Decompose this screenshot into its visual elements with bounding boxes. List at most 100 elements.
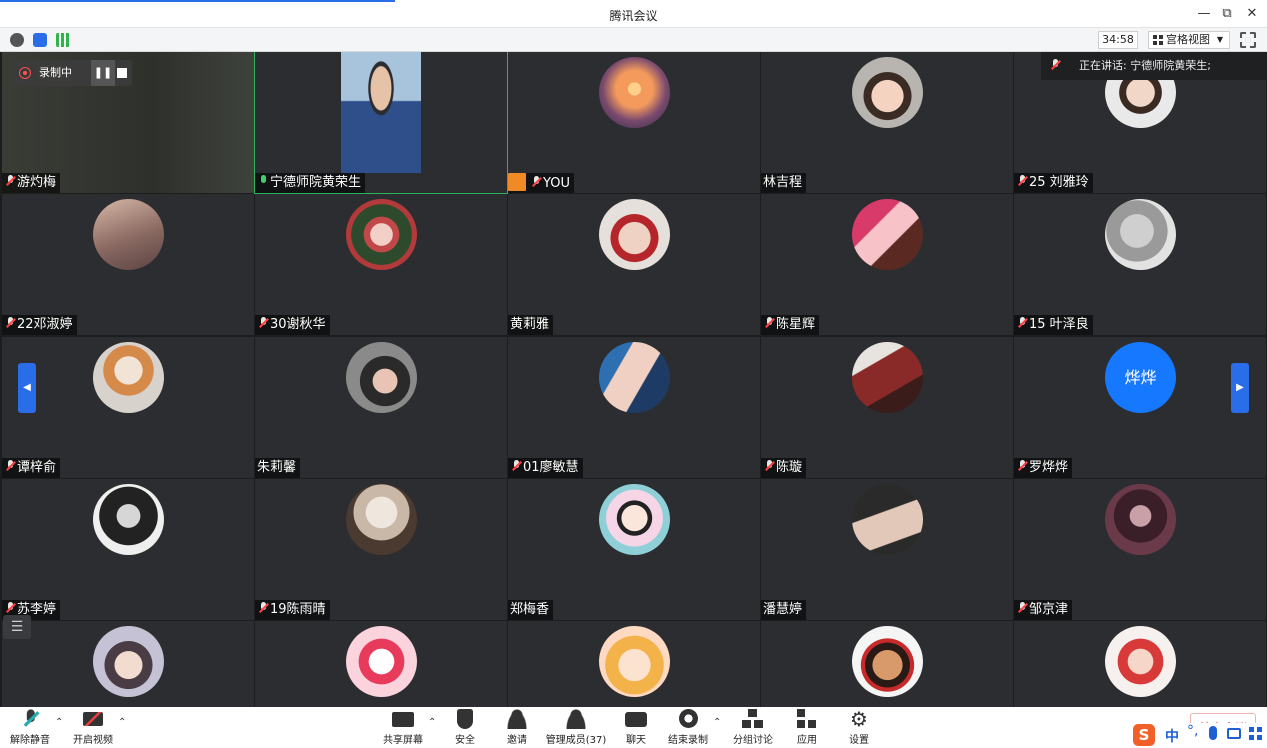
restore-button[interactable]: ⧉: [1215, 4, 1239, 24]
avatar: [346, 626, 417, 697]
avatar: [1105, 484, 1176, 555]
security-label: 安全: [455, 735, 475, 746]
mic-muted-icon: [4, 175, 16, 187]
participant-name-text: 15 叶泽良: [1029, 317, 1089, 332]
participant-name: 22邓淑婷: [2, 315, 77, 335]
breakout-rooms-button[interactable]: 分组讨论: [730, 709, 776, 746]
recording-label: 录制中: [39, 66, 72, 79]
host-icon: [508, 173, 526, 191]
participant-tile[interactable]: 15 叶泽良: [1014, 194, 1266, 335]
sogou-icon: S: [1133, 724, 1155, 746]
participant-tile[interactable]: 苏李婷: [2, 479, 254, 620]
punct-icon[interactable]: °,: [1187, 723, 1198, 739]
stop-record-button[interactable]: [117, 68, 127, 78]
participant-tile[interactable]: 陈璇: [761, 337, 1013, 478]
participant-name-text: YOU: [543, 176, 570, 191]
participant-tile[interactable]: 朱莉馨: [255, 337, 507, 478]
participant-name: 30谢秋华: [255, 315, 330, 335]
participant-tile[interactable]: 烨烨 罗烨烨: [1014, 337, 1266, 478]
avatar: [346, 199, 417, 270]
view-mode-dropdown[interactable]: 宫格视图 ▼: [1148, 31, 1230, 49]
title-bar: 腾讯会议 — ⧉ ✕: [0, 0, 1267, 28]
avatar: [852, 484, 923, 555]
participant-name-text: 罗烨烨: [1029, 460, 1069, 475]
prev-page-button[interactable]: ◀: [18, 363, 36, 413]
participant-name-text: 郑梅香: [510, 602, 550, 617]
security-button[interactable]: 安全: [448, 709, 482, 746]
participant-tile[interactable]: 潘慧婷: [761, 479, 1013, 620]
minimize-button[interactable]: —: [1192, 4, 1216, 24]
avatar: [1105, 199, 1176, 270]
voice-input-icon[interactable]: [1209, 726, 1217, 740]
mic-muted-icon: [257, 317, 269, 329]
keyboard-icon[interactable]: [1227, 728, 1241, 739]
mic-muted-icon: [19, 709, 41, 729]
participant-name-text: 邹京津: [1029, 602, 1069, 617]
end-recording-button[interactable]: 结束录制: [666, 709, 710, 746]
participant-tile[interactable]: [2, 621, 254, 707]
share-options-caret[interactable]: ⌃: [428, 717, 436, 728]
unmute-label: 解除静音: [10, 735, 50, 746]
participant-tile[interactable]: [761, 621, 1013, 707]
record-icon: [19, 67, 31, 79]
mic-muted-icon: [257, 602, 269, 614]
close-button[interactable]: ✕: [1240, 4, 1264, 24]
participant-tile[interactable]: 陈星辉: [761, 194, 1013, 335]
participant-tile[interactable]: 宁德师院黄荣生: [254, 52, 508, 194]
video-feed: [341, 52, 421, 173]
participant-tile[interactable]: 01廖敏慧: [508, 337, 760, 478]
participant-tile[interactable]: 黄莉雅: [508, 194, 760, 335]
record-options-caret[interactable]: ⌃: [713, 717, 721, 728]
invite-user-icon: [506, 709, 528, 729]
settings-button[interactable]: ⚙ 设置: [842, 709, 876, 746]
shield-icon[interactable]: [33, 33, 47, 47]
participant-tile[interactable]: 30谢秋华: [255, 194, 507, 335]
apps-icon: [797, 709, 817, 729]
participant-name: 黄莉雅: [508, 315, 554, 335]
manage-members-button[interactable]: 管理成员(37): [545, 709, 607, 746]
security-shield-icon: [457, 709, 473, 729]
members-icon: [565, 709, 587, 729]
share-screen-button[interactable]: 共享屏幕: [381, 709, 425, 746]
toolbox-icon[interactable]: [1249, 727, 1262, 740]
mic-muted-icon: [1016, 460, 1028, 472]
pause-record-button[interactable]: ❚❚: [91, 60, 115, 86]
participant-tile[interactable]: 谭梓俞: [2, 337, 254, 478]
participant-name-text: 01廖敏慧: [523, 460, 579, 475]
participant-tile[interactable]: [1014, 621, 1266, 707]
mic-muted-icon: [1016, 175, 1028, 187]
participant-tile[interactable]: 22邓淑婷: [2, 194, 254, 335]
participant-tile[interactable]: 19陈雨晴: [255, 479, 507, 620]
participant-name: 潘慧婷: [761, 600, 807, 620]
video-options-caret[interactable]: ⌃: [118, 717, 126, 728]
apps-button[interactable]: 应用: [790, 709, 824, 746]
chat-button[interactable]: 聊天: [619, 709, 653, 746]
unmute-button[interactable]: 解除静音: [8, 709, 52, 746]
share-screen-icon: [392, 712, 414, 727]
video-grid: 邹京津 潘慧婷 郑梅香 19陈雨晴 苏李婷 烨烨 罗烨烨 陈璇 01廖敏慧 朱莉馨 谭梓俞 15 叶泽…: [0, 52, 1267, 707]
participant-name: 19陈雨晴: [255, 600, 330, 620]
participant-name: 陈星辉: [761, 315, 820, 335]
next-page-button[interactable]: ▶: [1231, 363, 1249, 413]
participant-tile[interactable]: 郑梅香: [508, 479, 760, 620]
grid-icon: [1153, 35, 1163, 45]
signal-icon[interactable]: [56, 33, 70, 47]
participant-tile[interactable]: YOU: [508, 52, 760, 193]
mic-icon: [257, 175, 269, 187]
breakout-icon: [742, 709, 764, 729]
fullscreen-icon[interactable]: [1240, 32, 1256, 48]
invite-button[interactable]: 邀请: [500, 709, 534, 746]
start-video-button[interactable]: 开启视频: [70, 709, 116, 746]
participant-tile[interactable]: [255, 621, 507, 707]
participant-name: 游灼梅: [2, 173, 61, 193]
list-icon[interactable]: ☰: [3, 615, 31, 639]
participant-tile[interactable]: 林吉程: [761, 52, 1013, 193]
invite-label: 邀请: [507, 735, 527, 746]
avatar: [346, 342, 417, 413]
participant-name-text: 陈星辉: [776, 317, 816, 332]
info-icon[interactable]: [10, 33, 24, 47]
participant-tile[interactable]: [508, 621, 760, 707]
ime-lang[interactable]: 中: [1165, 726, 1179, 746]
participant-tile[interactable]: 邹京津: [1014, 479, 1266, 620]
audio-options-caret[interactable]: ⌃: [55, 717, 63, 728]
